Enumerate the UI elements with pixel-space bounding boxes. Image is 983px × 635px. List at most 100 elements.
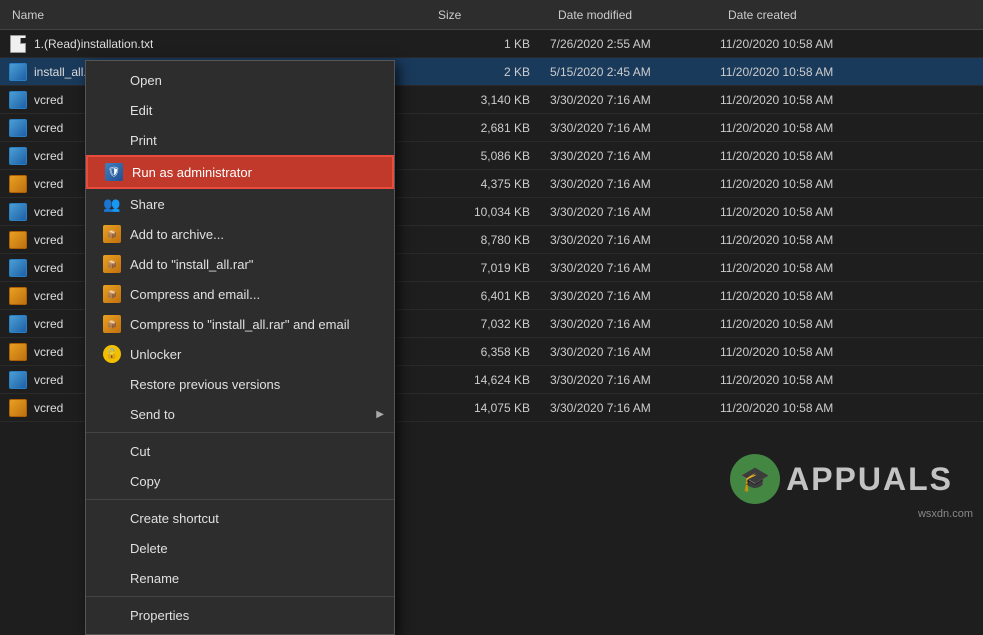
rar-icon bbox=[9, 175, 27, 193]
menu-item-label: Cut bbox=[130, 444, 150, 459]
menu-icon bbox=[102, 568, 122, 588]
file-name-cell: 1.(Read)installation.txt bbox=[8, 34, 430, 54]
menu-item-label: Delete bbox=[130, 541, 168, 556]
menu-item-print[interactable]: Print bbox=[86, 125, 394, 155]
file-name: vcred bbox=[34, 373, 63, 387]
menu-item-edit[interactable]: Edit bbox=[86, 95, 394, 125]
menu-item-compress_email[interactable]: 📦 Compress and email... bbox=[86, 279, 394, 309]
menu-item-delete[interactable]: Delete bbox=[86, 533, 394, 563]
menu-item-label: Compress and email... bbox=[130, 287, 260, 302]
menu-item-compress_install_email[interactable]: 📦 Compress to "install_all.rar" and emai… bbox=[86, 309, 394, 339]
file-size: 6,401 KB bbox=[430, 289, 550, 303]
share-icon: 👥 bbox=[103, 196, 120, 213]
file-name: vcred bbox=[34, 261, 63, 275]
file-modified: 3/30/2020 7:16 AM bbox=[550, 373, 720, 387]
menu-item-label: Run as administrator bbox=[132, 165, 252, 180]
menu-item-add_archive[interactable]: 📦 Add to archive... bbox=[86, 219, 394, 249]
file-size: 2 KB bbox=[430, 65, 550, 79]
menu-icon bbox=[102, 441, 122, 461]
file-created: 11/20/2020 10:58 AM bbox=[720, 65, 890, 79]
menu-item-label: Add to "install_all.rar" bbox=[130, 257, 253, 272]
menu-item-add_install_rar[interactable]: 📦 Add to "install_all.rar" bbox=[86, 249, 394, 279]
menu-icon bbox=[102, 130, 122, 150]
file-name: vcred bbox=[34, 233, 63, 247]
menu-item-label: Restore previous versions bbox=[130, 377, 280, 392]
menu-item-rename[interactable]: Rename bbox=[86, 563, 394, 593]
watermark-wsxdn: wsxdn.com bbox=[918, 508, 973, 520]
file-created: 11/20/2020 10:58 AM bbox=[720, 261, 890, 275]
menu-item-unlocker[interactable]: 🔓 Unlocker bbox=[86, 339, 394, 369]
file-modified: 3/30/2020 7:16 AM bbox=[550, 205, 720, 219]
file-created: 11/20/2020 10:58 AM bbox=[720, 177, 890, 191]
unlocker-icon: 🔓 bbox=[103, 345, 121, 363]
menu-item-properties[interactable]: Properties bbox=[86, 600, 394, 630]
menu-item-copy[interactable]: Copy bbox=[86, 466, 394, 496]
appuals-brand-text: APPUALS bbox=[786, 461, 953, 498]
exe-icon bbox=[9, 147, 27, 165]
menu-item-label: Share bbox=[130, 197, 165, 212]
file-modified: 3/30/2020 7:16 AM bbox=[550, 177, 720, 191]
file-modified: 7/26/2020 2:55 AM bbox=[550, 37, 720, 51]
file-modified: 3/30/2020 7:16 AM bbox=[550, 93, 720, 107]
file-modified: 3/30/2020 7:16 AM bbox=[550, 345, 720, 359]
menu-icon bbox=[102, 538, 122, 558]
table-header: Name Size Date modified Date created bbox=[0, 0, 983, 30]
appuals-logo-icon: 🎓 bbox=[730, 454, 780, 504]
menu-separator bbox=[86, 432, 394, 433]
table-row[interactable]: 1.(Read)installation.txt 1 KB 7/26/2020 … bbox=[0, 30, 983, 58]
col-header-size[interactable]: Size bbox=[438, 8, 558, 22]
exe-icon bbox=[9, 63, 27, 81]
context-menu: Open Edit Print 🛡 Run as administrator 👥… bbox=[85, 60, 395, 635]
explorer-container: Name Size Date modified Date created 1.(… bbox=[0, 0, 983, 524]
file-icon bbox=[8, 370, 28, 390]
menu-item-share[interactable]: 👥 Share bbox=[86, 189, 394, 219]
menu-item-open[interactable]: Open bbox=[86, 65, 394, 95]
exe-icon bbox=[9, 91, 27, 109]
menu-icon: 📦 bbox=[102, 224, 122, 244]
shield-icon: 🛡 bbox=[105, 163, 123, 181]
winrar-icon: 📦 bbox=[103, 315, 121, 333]
file-size: 1 KB bbox=[430, 37, 550, 51]
col-header-modified[interactable]: Date modified bbox=[558, 8, 728, 22]
txt-icon bbox=[10, 35, 26, 53]
menu-item-create_shortcut[interactable]: Create shortcut bbox=[86, 503, 394, 533]
file-icon bbox=[8, 230, 28, 250]
winrar-icon: 📦 bbox=[103, 285, 121, 303]
file-size: 6,358 KB bbox=[430, 345, 550, 359]
col-header-name[interactable]: Name bbox=[8, 8, 438, 22]
menu-icon bbox=[102, 508, 122, 528]
file-modified: 3/30/2020 7:16 AM bbox=[550, 121, 720, 135]
file-icon bbox=[8, 90, 28, 110]
file-modified: 3/30/2020 7:16 AM bbox=[550, 233, 720, 247]
menu-item-cut[interactable]: Cut bbox=[86, 436, 394, 466]
menu-icon: 📦 bbox=[102, 254, 122, 274]
file-created: 11/20/2020 10:58 AM bbox=[720, 93, 890, 107]
col-header-created[interactable]: Date created bbox=[728, 8, 898, 22]
file-icon bbox=[8, 62, 28, 82]
menu-item-label: Properties bbox=[130, 608, 189, 623]
file-size: 5,086 KB bbox=[430, 149, 550, 163]
file-created: 11/20/2020 10:58 AM bbox=[720, 317, 890, 331]
file-icon bbox=[8, 34, 28, 54]
menu-item-label: Compress to "install_all.rar" and email bbox=[130, 317, 349, 332]
file-icon bbox=[8, 398, 28, 418]
winrar-icon: 📦 bbox=[103, 255, 121, 273]
menu-item-run_admin[interactable]: 🛡 Run as administrator bbox=[86, 155, 394, 189]
file-size: 7,032 KB bbox=[430, 317, 550, 331]
menu-item-restore[interactable]: Restore previous versions bbox=[86, 369, 394, 399]
file-size: 8,780 KB bbox=[430, 233, 550, 247]
file-size: 4,375 KB bbox=[430, 177, 550, 191]
file-size: 3,140 KB bbox=[430, 93, 550, 107]
file-created: 11/20/2020 10:58 AM bbox=[720, 121, 890, 135]
file-modified: 3/30/2020 7:16 AM bbox=[550, 261, 720, 275]
submenu-arrow-icon: ▶ bbox=[376, 409, 384, 420]
file-name: vcred bbox=[34, 177, 63, 191]
menu-item-label: Add to archive... bbox=[130, 227, 224, 242]
menu-icon: 📦 bbox=[102, 284, 122, 304]
file-modified: 3/30/2020 7:16 AM bbox=[550, 401, 720, 415]
menu-icon bbox=[102, 100, 122, 120]
rar-icon bbox=[9, 343, 27, 361]
exe-icon bbox=[9, 371, 27, 389]
menu-item-send_to[interactable]: Send to ▶ bbox=[86, 399, 394, 429]
file-icon bbox=[8, 202, 28, 222]
